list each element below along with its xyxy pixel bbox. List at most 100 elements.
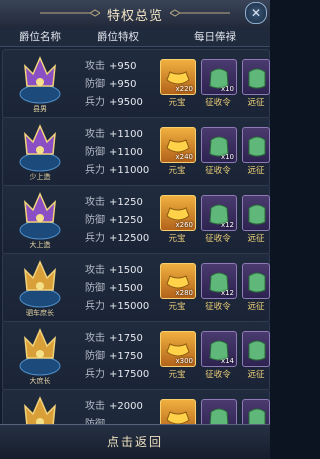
close-icon[interactable]: ✕ [245, 2, 267, 24]
privilege-overview-panel: 特权总览 ✕ 爵位名称 爵位特权 每日俸禄 县男 攻击 +950 防御 +950 兵… [0, 0, 270, 459]
token-count: x10 [220, 153, 234, 161]
collect-token-item[interactable] [201, 399, 237, 424]
table-row: 少上造 攻击 +1100 防御 +1100 兵力 +11000 x240 元宝 x10… [2, 117, 270, 187]
expedition-item[interactable] [242, 195, 270, 231]
privilege-list[interactable]: 县男 攻击 +950 防御 +950 兵力 +9500 x220 元宝 x10 征收令… [0, 47, 270, 424]
expedition-item[interactable] [242, 127, 270, 163]
gold-count: x220 [175, 85, 193, 93]
expedition-icon [248, 204, 266, 225]
gold-ingot-item[interactable] [160, 399, 196, 424]
column-privilege: 爵位特权 [97, 31, 139, 43]
token-label: 征收令 [205, 370, 231, 380]
rank-emblem: 少上造 [11, 120, 69, 184]
expedition-item[interactable] [242, 331, 270, 367]
attack-stat: 攻击 +2000 [85, 401, 143, 412]
expedition-icon [248, 408, 266, 424]
rank-emblem: 县男 [11, 52, 69, 116]
column-rank-name: 爵位名称 [19, 31, 61, 43]
rank-name: 大庶长 [29, 377, 51, 385]
token-count: x10 [220, 85, 234, 93]
token-count: x12 [220, 289, 234, 297]
expedition-item[interactable] [242, 59, 270, 95]
table-header: 爵位名称 爵位特权 每日俸禄 [0, 26, 270, 47]
expedition-icon [248, 68, 266, 89]
token-count: x12 [220, 221, 234, 229]
collect-token-item[interactable]: x14 [201, 331, 237, 367]
collect-token-item[interactable]: x12 [201, 263, 237, 299]
expedition-label: 远征 [247, 234, 265, 244]
defense-stat: 防御 +1750 [85, 351, 143, 362]
table-row: 县男 攻击 +950 防御 +950 兵力 +9500 x220 元宝 x10 征收令… [2, 49, 270, 119]
expedition-icon [248, 340, 266, 361]
collect-token-item[interactable]: x10 [201, 59, 237, 95]
rank-name: 县男 [33, 105, 47, 113]
expedition-item[interactable] [242, 263, 270, 299]
gold-ingot-item[interactable]: x260 [160, 195, 196, 231]
gold-count: x280 [175, 289, 193, 297]
gold-count: x240 [175, 153, 193, 161]
bottom-bar: 点击返回 [0, 424, 270, 459]
troops-stat: 兵力 +12500 [85, 233, 150, 244]
attack-stat: 攻击 +950 [85, 61, 137, 72]
gold-ingot-item[interactable]: x300 [160, 331, 196, 367]
table-row: 攻击+2000 防御 兵力 元宝 征收令 远征 [2, 389, 270, 424]
gold-label: 元宝 [168, 234, 186, 244]
rank-emblem: 大上造 [11, 188, 69, 252]
rank-name: 大上造 [29, 241, 51, 249]
gold-ingot-item[interactable]: x280 [160, 263, 196, 299]
gold-count: x300 [175, 357, 193, 365]
troops-stat: 兵力 +15000 [85, 301, 150, 312]
rank-crest-icon [19, 328, 61, 376]
back-button[interactable]: 点击返回 [70, 431, 200, 453]
troops-stat: 兵力 +9500 [85, 97, 143, 108]
gold-ingot-item[interactable]: x220 [160, 59, 196, 95]
title-bar: 特权总览 ✕ [0, 0, 270, 27]
table-row: 驷车庶长 攻击 +1500 防御 +1500 兵力 +15000 x280 元宝 x1… [2, 253, 270, 323]
expedition-label: 远征 [247, 98, 265, 108]
attack-stat: 攻击 +1500 [85, 265, 143, 276]
collect-token-item[interactable]: x12 [201, 195, 237, 231]
table-row: 大庶长 攻击 +1750 防御 +1750 兵力 +17500 x300 元宝 x14… [2, 321, 270, 391]
troops-stat: 兵力 +17500 [85, 369, 150, 380]
rank-crest-icon [19, 124, 61, 172]
gold-label: 元宝 [168, 166, 186, 176]
token-bag-icon [209, 408, 229, 424]
gold-ingot-icon [166, 411, 190, 424]
rank-crest-icon [24, 396, 56, 424]
token-label: 征收令 [205, 234, 231, 244]
defense-stat: 防御 [85, 415, 109, 424]
troops-stat: 兵力 +11000 [85, 165, 150, 176]
gold-label: 元宝 [168, 98, 186, 108]
table-row: 大上造 攻击 +1250 防御 +1250 兵力 +12500 x260 元宝 x12… [2, 185, 270, 255]
expedition-label: 远征 [247, 370, 265, 380]
rank-name: 少上造 [29, 173, 51, 181]
column-daily-salary: 每日俸禄 [194, 31, 236, 43]
expedition-label: 远征 [247, 302, 265, 312]
token-label: 征收令 [205, 166, 231, 176]
expedition-icon [248, 272, 266, 293]
attack-stat: 攻击 +1750 [85, 333, 143, 344]
token-count: x14 [220, 357, 234, 365]
gold-ingot-item[interactable]: x240 [160, 127, 196, 163]
rank-emblem: 驷车庶长 [11, 256, 69, 320]
rank-emblem: 大庶长 [11, 324, 69, 388]
rank-name: 驷车庶长 [26, 309, 54, 317]
token-label: 征收令 [205, 302, 231, 312]
token-label: 征收令 [205, 98, 231, 108]
rank-emblem [11, 392, 69, 424]
defense-stat: 防御 +950 [85, 79, 137, 90]
defense-stat: 防御 +1100 [85, 147, 143, 158]
gold-label: 元宝 [168, 302, 186, 312]
expedition-icon [248, 136, 266, 157]
ornament-right-icon [170, 9, 230, 17]
collect-token-item[interactable]: x10 [201, 127, 237, 163]
attack-stat: 攻击 +1250 [85, 197, 143, 208]
defense-stat: 防御 +1250 [85, 215, 143, 226]
expedition-item[interactable] [242, 399, 270, 424]
rank-crest-icon [19, 260, 61, 308]
gold-label: 元宝 [168, 370, 186, 380]
defense-stat: 防御 +1500 [85, 283, 143, 294]
expedition-label: 远征 [247, 166, 265, 176]
rank-crest-icon [19, 56, 61, 104]
rank-crest-icon [19, 192, 61, 240]
